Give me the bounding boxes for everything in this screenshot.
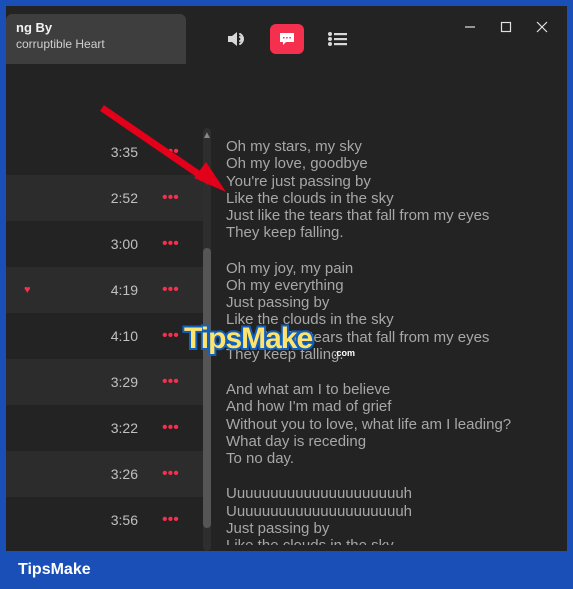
center-controls [226, 24, 348, 54]
track-row[interactable]: 4:10••• [6, 313, 204, 359]
lyrics-panel[interactable]: Oh my stars, my sky Oh my love, goodbye … [226, 138, 561, 545]
track-duration: 3:35 [111, 144, 138, 160]
now-playing-card[interactable]: ng By corruptible Heart [6, 14, 186, 68]
track-row[interactable]: 3:56••• [6, 497, 204, 543]
track-row[interactable]: 3:26••• [6, 451, 204, 497]
track-duration: 3:00 [111, 236, 138, 252]
scrollbar-thumb[interactable] [203, 248, 211, 528]
footer-brand: TipsMake [18, 561, 91, 579]
track-duration: 4:10 [111, 328, 138, 344]
track-row[interactable]: 3:22••• [6, 405, 204, 451]
sound-icon[interactable] [226, 28, 248, 50]
track-duration: 3:29 [111, 374, 138, 390]
lyrics-stanza: Oh my joy, my pain Oh my everything Just… [226, 260, 561, 364]
track-row[interactable]: 3:35••• [6, 129, 204, 175]
window-controls [451, 12, 561, 42]
now-playing-title: ng By [16, 20, 176, 35]
minimize-button[interactable] [461, 18, 479, 36]
track-duration: 3:56 [111, 512, 138, 528]
app-window: ng By corruptible Heart [6, 6, 567, 551]
scroll-up-icon[interactable]: ▲ [202, 130, 212, 141]
track-duration: 3:26 [111, 466, 138, 482]
track-row[interactable]: 3:00••• [6, 221, 204, 267]
track-duration: 4:19 [111, 282, 138, 298]
maximize-button[interactable] [497, 18, 515, 36]
heart-icon[interactable]: ♥ [24, 284, 31, 296]
lyrics-button[interactable] [270, 24, 304, 54]
close-button[interactable] [533, 18, 551, 36]
now-playing-subtitle: corruptible Heart [16, 37, 176, 51]
lyrics-stanza: Oh my stars, my sky Oh my love, goodbye … [226, 138, 561, 242]
track-list-panel: 3:35•••2:52•••3:00•••♥4:19•••4:10•••3:29… [6, 64, 204, 551]
vertical-scrollbar[interactable]: ▲ [202, 128, 212, 551]
track-duration: 3:22 [111, 420, 138, 436]
lyrics-stanza: And what am I to believe And how I'm mad… [226, 381, 561, 467]
content-area: 3:35•••2:52•••3:00•••♥4:19•••4:10•••3:29… [6, 64, 567, 551]
track-row[interactable]: 3:29••• [6, 359, 204, 405]
titlebar: ng By corruptible Heart [6, 6, 567, 64]
queue-icon[interactable] [326, 28, 348, 50]
track-row[interactable]: ♥4:19••• [6, 267, 204, 313]
track-row[interactable]: 2:52••• [6, 175, 204, 221]
track-duration: 2:52 [111, 190, 138, 206]
footer-bar: TipsMake [6, 557, 567, 583]
lyrics-stanza: Uuuuuuuuuuuuuuuuuuuuuh Uuuuuuuuuuuuuuuuu… [226, 485, 561, 545]
